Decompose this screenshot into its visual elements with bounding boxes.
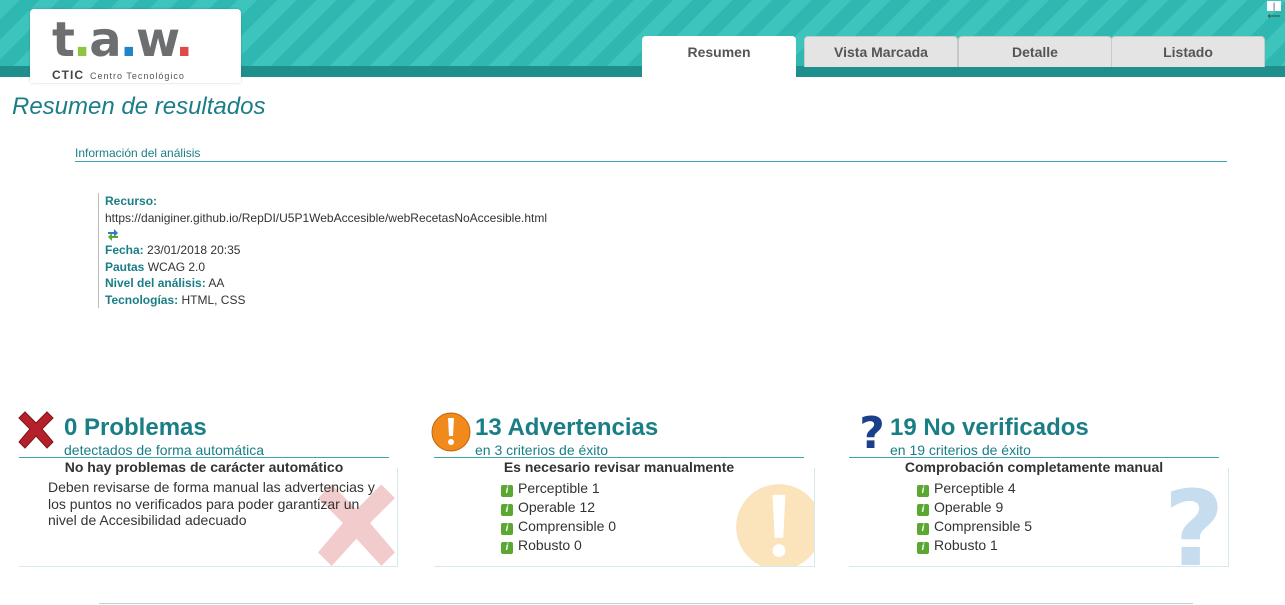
no-verificados-summary: ? 19 No verificados en 19 criterios de é…: [847, 406, 1237, 568]
info-icon: i: [917, 485, 929, 497]
info-icon: i: [917, 504, 929, 516]
info-icon: i: [501, 504, 513, 516]
info-icon: i: [917, 542, 929, 554]
question-watermark-icon: ?: [1164, 476, 1224, 567]
pautas-value: WCAG 2.0: [147, 259, 206, 274]
logo-subtitle: CTIC Centro Tecnológico: [52, 68, 185, 82]
no-verificados-divider: [849, 457, 1219, 458]
advertencias-divider: [434, 457, 804, 458]
tecnologias-value: HTML, CSS: [181, 292, 246, 307]
tab-resumen[interactable]: Resumen: [642, 36, 796, 77]
nivel-value: AA: [208, 276, 225, 290]
question-icon: ?: [859, 410, 885, 452]
tab-detalle[interactable]: Detalle: [958, 36, 1112, 67]
advertencias-subtitle: en 3 criterios de éxito: [475, 442, 609, 458]
no-verificados-list: i Perceptible 4 i Operable 9 i Comprensible…: [917, 479, 1032, 555]
cross-icon: [18, 411, 54, 449]
info-icon: i: [501, 485, 513, 497]
no-verificados-count: 19 No verificados: [890, 414, 1089, 441]
list-item[interactable]: i Operable 12: [501, 498, 616, 517]
info-section-heading: Información del análisis: [75, 146, 1227, 162]
fecha-value: 23/01/2018 20:35: [147, 243, 241, 257]
advertencias-summary: 13 Advertencias en 3 criterios de éxito …: [431, 406, 821, 568]
list-item[interactable]: i Perceptible 1: [501, 479, 616, 498]
problemas-divider: [19, 457, 389, 458]
tecnologias-label: Tecnologías:: [105, 292, 179, 307]
header-bar: t.a.w. CTIC Centro Tecnológico Resumen Vi…: [0, 0, 1285, 83]
info-icon: i: [917, 523, 929, 535]
list-item[interactable]: i Robusto 1: [917, 536, 1032, 555]
fecha-label: Fecha:: [105, 243, 144, 257]
list-item[interactable]: i Comprensible 5: [917, 517, 1032, 536]
advertencias-panel: [434, 468, 815, 567]
collapse-icon[interactable]: |⟵: [1267, 1, 1281, 21]
problemas-description: Deben revisarse de forma manual las adve…: [48, 479, 375, 528]
no-verificados-panel: ?: [849, 468, 1229, 567]
info-icon: i: [501, 523, 513, 535]
recurso-url: https://daniginer.github.io/RepDI/U5P1We…: [105, 210, 548, 225]
tab-listado[interactable]: Listado: [1111, 36, 1265, 67]
advertencias-count: 13 Advertencias: [475, 414, 659, 441]
recurso-label: Recurso:: [105, 194, 158, 208]
advertencias-list: i Perceptible 1 i Operable 12 i Comprensibl…: [501, 479, 616, 555]
list-item[interactable]: i Comprensible 0: [501, 517, 616, 536]
problemas-subtitle: detectados de forma automática: [64, 442, 265, 458]
tab-vista-marcada[interactable]: Vista Marcada: [804, 36, 958, 67]
analysis-info: Recurso: https://daniginer.github.io/Rep…: [98, 193, 705, 308]
list-item[interactable]: i Perceptible 4: [917, 479, 1032, 498]
nivel-label: Nivel del análisis:: [105, 276, 206, 290]
list-item[interactable]: i Robusto 0: [501, 536, 616, 555]
taw-logo[interactable]: t.a.w. CTIC Centro Tecnológico: [30, 9, 241, 83]
footer-divider: [99, 603, 1193, 604]
reanalyze-icon[interactable]: [106, 227, 120, 241]
list-item[interactable]: i Operable 9: [917, 498, 1032, 517]
warning-watermark-icon: [736, 484, 814, 566]
page-title: Resumen de resultados: [12, 93, 266, 120]
svg-text:?: ?: [1164, 476, 1224, 567]
logo-wordmark: t.a.w.: [52, 12, 193, 68]
svg-text:?: ?: [859, 410, 885, 452]
warning-icon: [431, 412, 471, 452]
problemas-summary: 0 Problemas detectados de forma automáti…: [15, 406, 405, 568]
info-icon: i: [501, 542, 513, 554]
pautas-label: Pautas: [105, 259, 145, 274]
problemas-count: 0 Problemas: [64, 414, 207, 441]
no-verificados-subtitle: en 19 criterios de éxito: [890, 442, 1031, 458]
